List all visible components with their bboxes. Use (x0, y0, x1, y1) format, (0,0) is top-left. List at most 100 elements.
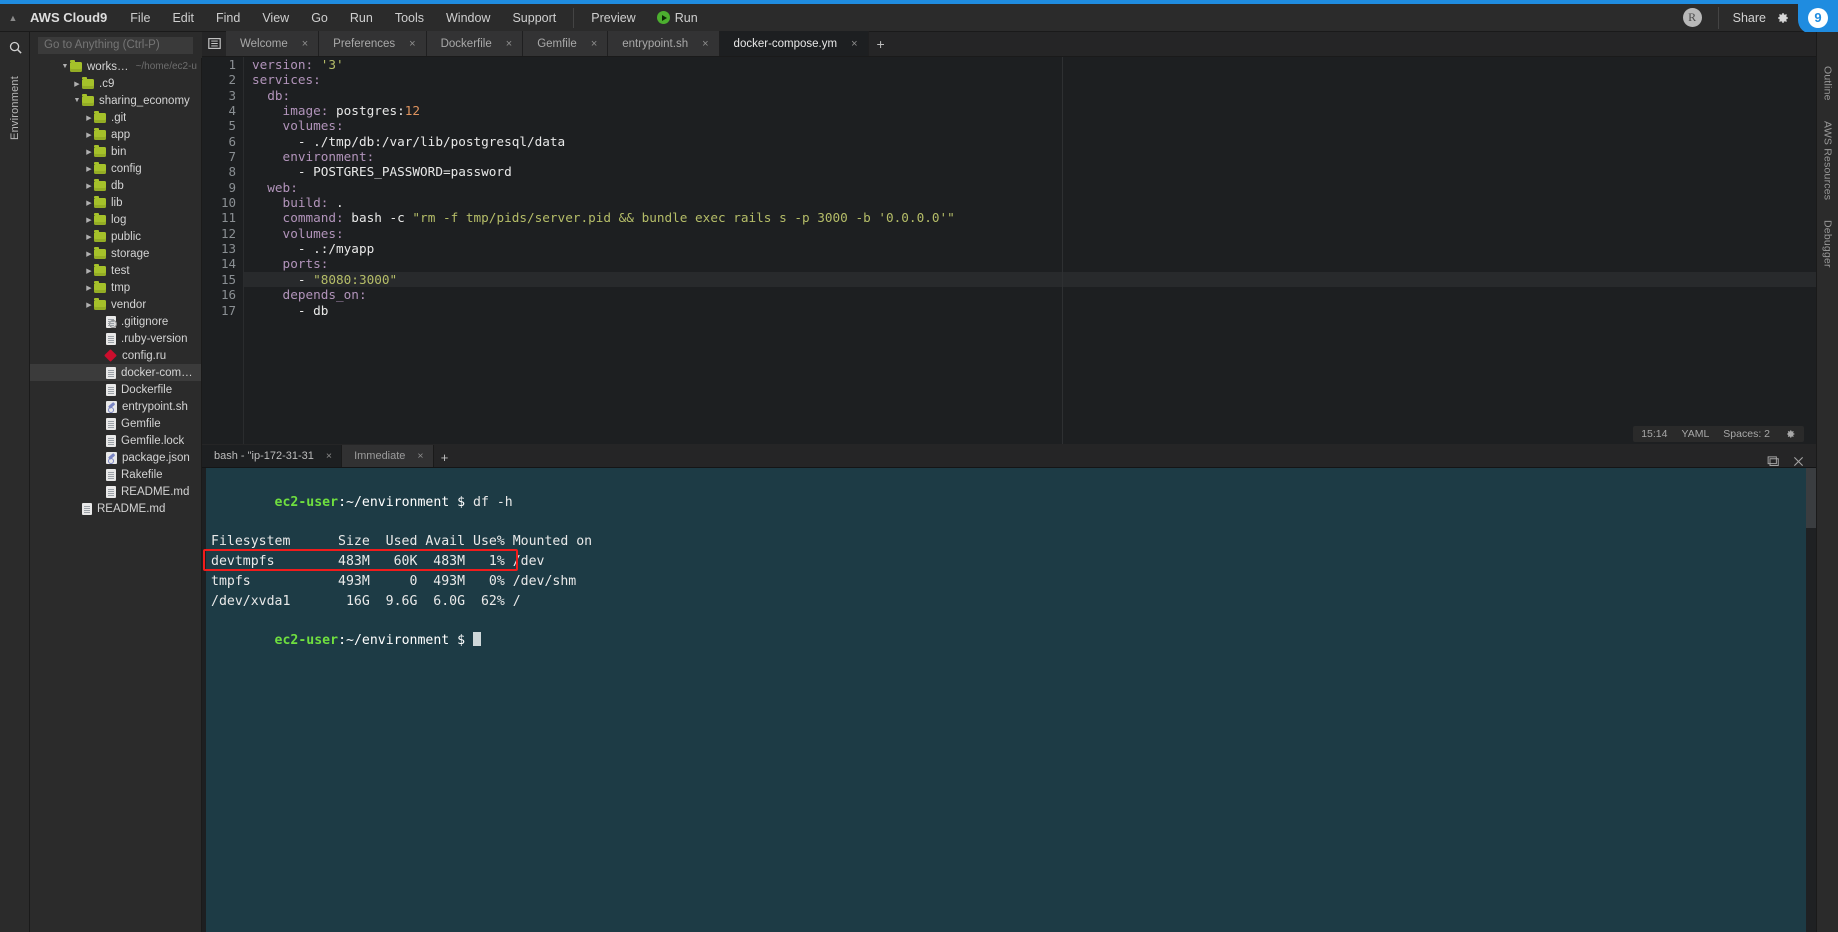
chevron-right-icon[interactable]: ▶ (84, 165, 94, 173)
code-line[interactable]: command: bash -c "rm -f tmp/pids/server.… (244, 210, 1816, 225)
terminal-scrollbar-thumb[interactable] (1806, 468, 1816, 528)
close-icon[interactable]: × (506, 38, 512, 50)
menu-tools[interactable]: Tools (384, 4, 435, 32)
chevron-right-icon[interactable]: ▶ (84, 182, 94, 190)
chevron-right-icon[interactable]: ▶ (84, 131, 94, 139)
code-line[interactable]: image: postgres:12 (244, 103, 1816, 118)
close-icon[interactable]: × (409, 38, 415, 50)
close-icon[interactable]: × (302, 38, 308, 50)
search-input[interactable] (38, 36, 193, 54)
code-line[interactable]: environment: (244, 149, 1816, 164)
menu-support[interactable]: Support (501, 4, 567, 32)
tree-item-rakefile[interactable]: ▶Rakefile (30, 466, 201, 483)
gear-icon[interactable] (1784, 428, 1796, 440)
editor-tab-welcome[interactable]: Welcome × (226, 31, 320, 56)
tree-item-log[interactable]: ▶ log (30, 211, 201, 228)
code-line[interactable]: db: (244, 88, 1816, 103)
tree-item-gemfile-lock[interactable]: ▶Gemfile.lock (30, 432, 201, 449)
rail-item-outline[interactable]: Outline (1822, 66, 1834, 101)
chevron-right-icon[interactable]: ▶ (84, 114, 94, 122)
status-indent[interactable]: Spaces: 2 (1723, 428, 1770, 440)
close-icon[interactable]: × (326, 450, 332, 462)
code-line[interactable]: services: (244, 72, 1816, 87)
code-line[interactable]: - .:/myapp (244, 241, 1816, 256)
chevron-up-icon[interactable]: ▲ (0, 4, 26, 32)
chevron-right-icon[interactable]: ▶ (84, 301, 94, 309)
tree-item-readme-md[interactable]: ▶README.md (30, 483, 201, 500)
file-tree[interactable]: ▼ workspace ~/home/ec2-u ▶ .c9 ▼ sharing_ec… (30, 58, 202, 932)
tree-item-config-ru[interactable]: ▶config.ru (30, 347, 201, 364)
tree-item-entrypoint-sh[interactable]: ▶entrypoint.sh (30, 398, 201, 415)
chevron-right-icon[interactable]: ▶ (84, 267, 94, 275)
chevron-right-icon[interactable]: ▶ (84, 233, 94, 241)
rail-item-debugger[interactable]: Debugger (1822, 220, 1834, 268)
share-button[interactable]: Share (1719, 4, 1774, 32)
search-icon[interactable] (0, 32, 30, 62)
terminal-output[interactable]: ec2-user:~/environment $ df -h Filesyste… (206, 468, 1806, 932)
code-line[interactable]: - "8080:3000" (244, 271, 1816, 288)
close-icon[interactable]: × (591, 38, 597, 50)
tab-list-icon[interactable] (202, 31, 226, 56)
menu-window[interactable]: Window (435, 4, 501, 32)
tree-item-tmp[interactable]: ▶ tmp (30, 279, 201, 296)
code-content[interactable]: version: '3' services: db: image: postgre… (244, 57, 1816, 444)
tree-item-public[interactable]: ▶ public (30, 228, 201, 245)
tree-item-sharing-economy[interactable]: ▼ sharing_economy (30, 92, 201, 109)
tree-item-db[interactable]: ▶ db (30, 177, 201, 194)
chevron-right-icon[interactable]: ▶ (84, 250, 94, 258)
code-line[interactable]: - db (244, 303, 1816, 318)
status-chip[interactable]: 15:14 YAML Spaces: 2 (1633, 426, 1804, 442)
editor-tab-dockerfile[interactable]: Dockerfile × (426, 31, 524, 56)
menu-edit[interactable]: Edit (161, 4, 205, 32)
code-line[interactable]: version: '3' (244, 57, 1816, 72)
run-button[interactable]: Run (647, 11, 708, 25)
close-icon[interactable]: × (851, 38, 857, 50)
menu-file[interactable]: File (119, 4, 161, 32)
menu-run[interactable]: Run (339, 4, 384, 32)
chevron-right-icon[interactable]: ▶ (84, 284, 94, 292)
editor-tab-preferences[interactable]: Preferences × (319, 31, 427, 56)
chevron-down-icon[interactable]: ▼ (72, 97, 82, 104)
rail-item-aws-resources[interactable]: AWS Resources (1822, 121, 1834, 200)
editor-tab-entrypoint-sh[interactable]: entrypoint.sh × (608, 31, 720, 56)
code-line[interactable]: web: (244, 180, 1816, 195)
gear-icon[interactable] (1774, 10, 1790, 26)
new-tab-button[interactable]: + (869, 31, 893, 56)
terminal-tab-immediate[interactable]: Immediate × (342, 445, 434, 467)
code-line[interactable]: build: . (244, 195, 1816, 210)
chevron-right-icon[interactable]: ▶ (84, 216, 94, 224)
menu-go[interactable]: Go (300, 4, 339, 32)
code-line[interactable]: volumes: (244, 118, 1816, 133)
tree-root-workspace[interactable]: ▼ workspace ~/home/ec2-u (30, 58, 201, 75)
tree-item-vendor[interactable]: ▶ vendor (30, 296, 201, 313)
menu-find[interactable]: Find (205, 4, 251, 32)
menu-view[interactable]: View (251, 4, 300, 32)
code-line[interactable]: depends_on: (244, 287, 1816, 302)
tree-item-app[interactable]: ▶ app (30, 126, 201, 143)
tree-item-docker-compose-yml[interactable]: ▶docker-compose.yml (30, 364, 201, 381)
editor-tab-docker-compose-ym[interactable]: docker-compose.ym × (719, 31, 869, 56)
code-editor[interactable]: 1 2 3 4 5 6 7 8 9 10 11 12 13 14 15 16 17 version: '3' se… (202, 57, 1816, 444)
chevron-right-icon[interactable]: ▶ (84, 148, 94, 156)
tree-item-config[interactable]: ▶ config (30, 160, 201, 177)
tree-item-dockerfile[interactable]: ▶Dockerfile (30, 381, 201, 398)
code-line[interactable]: - ./tmp/db:/var/lib/postgresql/data (244, 134, 1816, 149)
tree-item--gitignore[interactable]: ▶.gitignore (30, 313, 201, 330)
status-language[interactable]: YAML (1681, 428, 1709, 440)
new-terminal-button[interactable]: + (434, 448, 456, 466)
tree-item--git[interactable]: ▶ .git (30, 109, 201, 126)
tree-item-gemfile[interactable]: ▶Gemfile (30, 415, 201, 432)
tree-item--ruby-version[interactable]: ▶.ruby-version (30, 330, 201, 347)
avatar[interactable]: R (1682, 8, 1702, 27)
preview-button[interactable]: Preview (580, 4, 646, 32)
tree-item-test[interactable]: ▶ test (30, 262, 201, 279)
code-line[interactable]: ports: (244, 256, 1816, 271)
tree-item-storage[interactable]: ▶ storage (30, 245, 201, 262)
chevron-right-icon[interactable]: ▶ (72, 80, 82, 88)
chevron-right-icon[interactable]: ▶ (84, 199, 94, 207)
terminal-scrollbar[interactable] (1806, 468, 1816, 932)
close-icon[interactable] (1793, 456, 1804, 467)
tree-item-bin[interactable]: ▶ bin (30, 143, 201, 160)
tree-item--c9[interactable]: ▶ .c9 (30, 75, 201, 92)
tree-item-readme-md[interactable]: ▶README.md (30, 500, 201, 517)
